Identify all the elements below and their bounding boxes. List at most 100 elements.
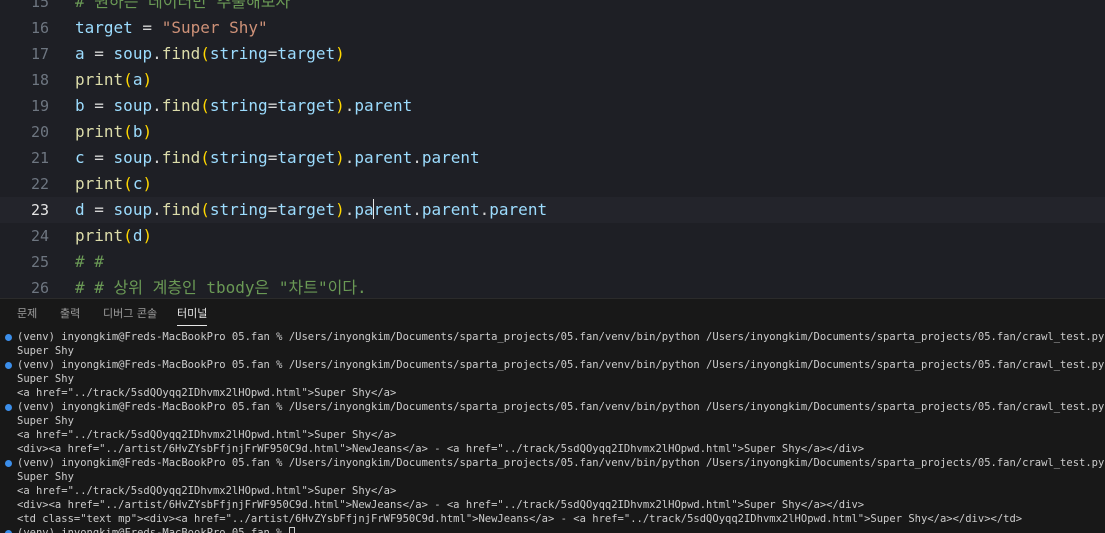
line-number: 19 [30, 97, 49, 115]
code-token: = [132, 18, 162, 37]
terminal-line: <td class="text mp"><div><a href="../art… [0, 512, 1105, 526]
terminal-line-text: <td class="text mp"><div><a href="../art… [17, 513, 1023, 525]
code-token: . [344, 200, 355, 219]
terminal-line: (venv) inyongkim@Freds-MacBookPro 05.fan… [0, 400, 1105, 414]
code-token: ) [142, 226, 153, 245]
code-line[interactable]: 26 # # 상위 계층인 tbody은 "차트"이다. [0, 275, 1105, 298]
code-token: ) [335, 96, 345, 115]
code-token: a [132, 70, 143, 89]
code-token: . [152, 96, 162, 115]
code-token: # 원하는 데이터만 추출해보자 [75, 0, 291, 11]
terminal-output[interactable]: (venv) inyongkim@Freds-MacBookPro 05.fan… [0, 330, 1105, 533]
code-token: "Super Shy" [161, 18, 268, 37]
line-number: 26 [30, 279, 49, 297]
code-token: c [132, 174, 143, 193]
command-status-dot-icon[interactable] [5, 460, 12, 467]
code-token: print [75, 70, 124, 89]
code-token: ) [335, 44, 345, 63]
code-token: = [267, 200, 278, 219]
code-line[interactable]: 15 # 원하는 데이터만 추출해보자 [0, 0, 1105, 15]
terminal-line: Super Shy [0, 372, 1105, 386]
line-number: 16 [30, 19, 49, 37]
code-token: ) [142, 174, 153, 193]
terminal-line-text: <div><a href="../artist/6HvZYsbFfjnjFrWF… [17, 443, 865, 455]
code-token: ( [123, 226, 133, 245]
code-token: parent [421, 148, 480, 167]
terminal-line: (venv) inyongkim@Freds-MacBookPro 05.fan… [0, 526, 1105, 533]
code-text: print(b) [75, 119, 152, 145]
code-token: print [75, 226, 124, 245]
code-token: target [277, 148, 336, 167]
code-line[interactable]: 24 print(d) [0, 223, 1105, 249]
code-text: a = soup.find(string=target) [75, 41, 345, 67]
code-token: target [277, 200, 336, 219]
terminal-line: <a href="../track/5sdQOyqq2IDhvmx2lHOpwd… [0, 428, 1105, 442]
command-status-dot-icon[interactable] [5, 334, 12, 341]
code-token: string [209, 200, 268, 219]
code-token: find [161, 44, 201, 63]
terminal-line: <div><a href="../artist/6HvZYsbFfjnjFrWF… [0, 498, 1105, 512]
terminal-line: Super Shy [0, 344, 1105, 358]
code-line[interactable]: 18 print(a) [0, 67, 1105, 93]
line-number: 22 [30, 175, 49, 193]
code-token: target [277, 44, 336, 63]
code-line[interactable]: 16 target = "Super Shy" [0, 15, 1105, 41]
code-token: target [75, 18, 133, 37]
code-line[interactable]: 25 # # [0, 249, 1105, 275]
tab-problems[interactable]: 문제 [17, 299, 37, 329]
code-token: parent [354, 96, 413, 115]
terminal-line-text: (venv) inyongkim@Freds-MacBookPro 05.fan… [17, 359, 1105, 371]
code-token: rent [373, 200, 413, 219]
code-token: ) [335, 200, 345, 219]
code-line[interactable]: 17 a = soup.find(string=target) [0, 41, 1105, 67]
command-status-dot-icon[interactable] [5, 362, 12, 369]
code-token: parent [354, 148, 413, 167]
code-token: = [267, 96, 278, 115]
terminal-line: (venv) inyongkim@Freds-MacBookPro 05.fan… [0, 358, 1105, 372]
line-number: 17 [30, 45, 49, 63]
code-token: parent [489, 200, 548, 219]
code-token: = [84, 148, 114, 167]
tab-terminal[interactable]: 터미널 [177, 299, 208, 329]
code-token: string [209, 148, 268, 167]
code-token: ( [200, 200, 210, 219]
bottom-panel: 문제 출력 디버그 콘솔 터미널 (venv) inyongkim@Freds-… [0, 298, 1105, 533]
code-token: target [277, 96, 336, 115]
terminal-line-text: (venv) inyongkim@Freds-MacBookPro 05.fan… [17, 401, 1105, 413]
code-line[interactable]: 20 print(b) [0, 119, 1105, 145]
code-token: soup [113, 44, 153, 63]
code-line[interactable]: 23 d = soup.find(string=target).parent.pa… [0, 197, 1105, 223]
terminal-line: (venv) inyongkim@Freds-MacBookPro 05.fan… [0, 456, 1105, 470]
code-line[interactable]: 22 print(c) [0, 171, 1105, 197]
command-status-dot-icon[interactable] [5, 404, 12, 411]
code-text: d = soup.find(string=target).parent.pare… [75, 197, 547, 223]
terminal-line: <div><a href="../artist/6HvZYsbFfjnjFrWF… [0, 442, 1105, 456]
tab-output[interactable]: 출력 [60, 299, 80, 329]
code-line[interactable]: 21 c = soup.find(string=target).parent.pa… [0, 145, 1105, 171]
code-text: # # [75, 249, 104, 275]
code-editor[interactable]: 15 # 원하는 데이터만 추출해보자 16 target = "Super Shy"… [0, 0, 1105, 298]
terminal-line-text: (venv) inyongkim@Freds-MacBookPro 05.fan… [17, 527, 289, 533]
code-token: ( [200, 44, 210, 63]
code-token: d [75, 200, 85, 219]
line-number: 15 [30, 0, 49, 11]
code-token: = [84, 200, 114, 219]
line-number: 25 [30, 253, 49, 271]
code-text: b = soup.find(string=target).parent [75, 93, 412, 119]
code-token: . [152, 44, 162, 63]
code-text: # 원하는 데이터만 추출해보자 [75, 0, 290, 15]
code-token: find [161, 148, 201, 167]
code-text: print(c) [75, 171, 152, 197]
terminal-line-text: Super Shy [17, 471, 74, 483]
code-token: print [75, 122, 124, 141]
code-token: . [479, 200, 490, 219]
code-text: target = "Super Shy" [75, 15, 268, 41]
tab-debug-console[interactable]: 디버그 콘솔 [103, 299, 157, 329]
terminal-line-text: <div><a href="../artist/6HvZYsbFfjnjFrWF… [17, 499, 865, 511]
line-number: 23 [30, 201, 49, 219]
code-line[interactable]: 19 b = soup.find(string=target).parent [0, 93, 1105, 119]
code-token: = [84, 96, 114, 115]
terminal-line-text: Super Shy [17, 345, 74, 357]
code-token: ( [123, 174, 133, 193]
code-token: ( [123, 122, 133, 141]
